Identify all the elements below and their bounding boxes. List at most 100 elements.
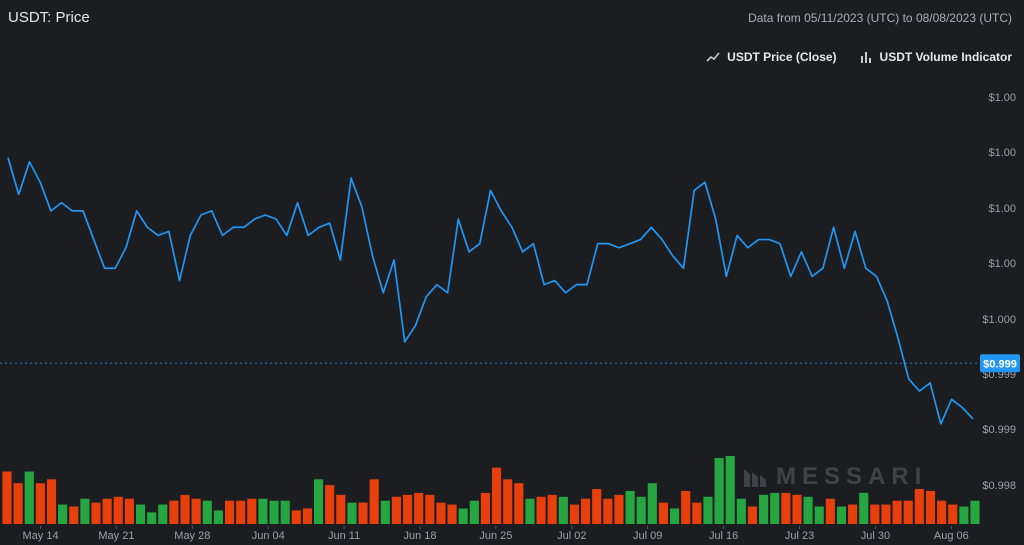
volume-bar bbox=[770, 492, 780, 524]
volume-bar bbox=[547, 494, 557, 524]
volume-bar bbox=[614, 494, 624, 524]
current-price-label: $0.999 bbox=[983, 358, 1017, 370]
x-tick-label: May 14 bbox=[22, 530, 58, 542]
volume-bar bbox=[569, 504, 580, 524]
volume-bar bbox=[647, 483, 657, 524]
x-tick-label: Jun 25 bbox=[479, 530, 512, 542]
volume-bar bbox=[58, 504, 68, 524]
x-tick-label: Jul 09 bbox=[633, 530, 662, 542]
volume-bar bbox=[269, 500, 279, 524]
volume-bar bbox=[536, 496, 546, 524]
x-tick-label: Jun 04 bbox=[252, 530, 285, 542]
y-tick-label: $1.000 bbox=[982, 314, 1016, 326]
volume-bar bbox=[447, 504, 457, 524]
volume-bar bbox=[158, 504, 168, 524]
volume-bar bbox=[848, 504, 858, 524]
volume-bar bbox=[69, 506, 79, 524]
volume-bar bbox=[714, 457, 724, 524]
volume-bar bbox=[970, 500, 980, 524]
x-tick-label: Jul 23 bbox=[785, 530, 814, 542]
volume-bar bbox=[703, 496, 713, 524]
volume-bar bbox=[80, 498, 90, 524]
volume-bar bbox=[24, 471, 34, 524]
volume-bar bbox=[247, 498, 257, 524]
volume-bar bbox=[881, 504, 891, 524]
messari-logo-icon bbox=[744, 469, 766, 487]
volume-bar bbox=[102, 498, 112, 524]
volume-bar bbox=[336, 494, 346, 524]
volume-bar bbox=[280, 500, 290, 524]
x-tick-label: Jul 16 bbox=[709, 530, 738, 542]
volume-bar bbox=[636, 496, 646, 524]
volume-bar bbox=[658, 502, 669, 524]
volume-bar bbox=[759, 494, 769, 524]
volume-bar bbox=[480, 492, 490, 524]
x-tick-label: May 21 bbox=[98, 530, 134, 542]
y-tick-label: $1.00 bbox=[988, 147, 1016, 159]
volume-bar bbox=[492, 467, 502, 524]
y-tick-label: $1.00 bbox=[988, 258, 1016, 270]
volume-bar bbox=[347, 502, 357, 524]
volume-bar bbox=[948, 504, 958, 524]
volume-bar bbox=[814, 506, 824, 524]
volume-bar bbox=[725, 456, 735, 524]
volume-bar bbox=[135, 504, 146, 524]
y-tick-label: $0.999 bbox=[982, 424, 1016, 436]
volume-bar bbox=[914, 489, 924, 524]
volume-bar bbox=[681, 490, 691, 524]
volume-bar bbox=[46, 479, 57, 524]
y-tick-label: $0.998 bbox=[982, 480, 1016, 492]
volume-bar bbox=[781, 492, 791, 524]
volume-bar bbox=[736, 498, 746, 524]
volume-bar bbox=[113, 496, 123, 524]
volume-bar bbox=[803, 496, 813, 524]
volume-bar bbox=[302, 508, 312, 524]
volume-bar bbox=[369, 479, 379, 524]
volume-bar bbox=[825, 498, 835, 524]
volume-bar bbox=[581, 498, 591, 524]
y-tick-label: $1.00 bbox=[988, 92, 1016, 104]
volume-bar bbox=[291, 510, 301, 524]
volume-bar bbox=[202, 500, 212, 524]
volume-bar bbox=[124, 498, 134, 524]
volume-bar bbox=[625, 490, 635, 524]
volume-bar bbox=[870, 504, 880, 524]
x-tick-label: Jun 18 bbox=[404, 530, 437, 542]
volume-bar bbox=[436, 502, 446, 524]
volume-bar bbox=[925, 490, 936, 524]
volume-bar bbox=[224, 500, 235, 524]
volume-bar bbox=[747, 506, 758, 524]
volume-bar bbox=[2, 471, 12, 524]
volume-bar bbox=[180, 494, 190, 524]
volume-bar bbox=[525, 498, 535, 524]
volume-bar bbox=[892, 500, 902, 524]
volume-bar bbox=[35, 483, 45, 524]
volume-bar bbox=[903, 500, 913, 524]
volume-bar bbox=[603, 498, 613, 524]
x-tick-label: Jul 30 bbox=[861, 530, 890, 542]
volume-bar bbox=[236, 500, 246, 524]
x-tick-label: May 28 bbox=[174, 530, 210, 542]
volume-bar bbox=[692, 502, 702, 524]
volume-bar bbox=[514, 483, 524, 524]
volume-bar bbox=[425, 494, 435, 524]
x-tick-label: Jul 02 bbox=[557, 530, 586, 542]
y-tick-label: $1.00 bbox=[988, 203, 1016, 215]
volume-bar bbox=[91, 502, 101, 524]
volume-bar bbox=[402, 494, 413, 524]
volume-bar bbox=[670, 508, 680, 524]
x-tick-label: Jun 11 bbox=[328, 530, 360, 542]
volume-bar bbox=[191, 498, 201, 524]
volume-bar bbox=[959, 506, 969, 524]
volume-bar bbox=[592, 489, 602, 524]
volume-bar bbox=[937, 500, 947, 524]
volume-bar bbox=[503, 479, 513, 524]
volume-bar bbox=[836, 506, 847, 524]
volume-bar bbox=[558, 496, 568, 524]
volume-bar bbox=[169, 500, 179, 524]
volume-bar bbox=[469, 500, 479, 524]
watermark-text: MESSARI bbox=[776, 463, 928, 490]
volume-bar bbox=[414, 492, 424, 524]
volume-bar bbox=[391, 496, 401, 524]
volume-bar bbox=[380, 500, 390, 524]
